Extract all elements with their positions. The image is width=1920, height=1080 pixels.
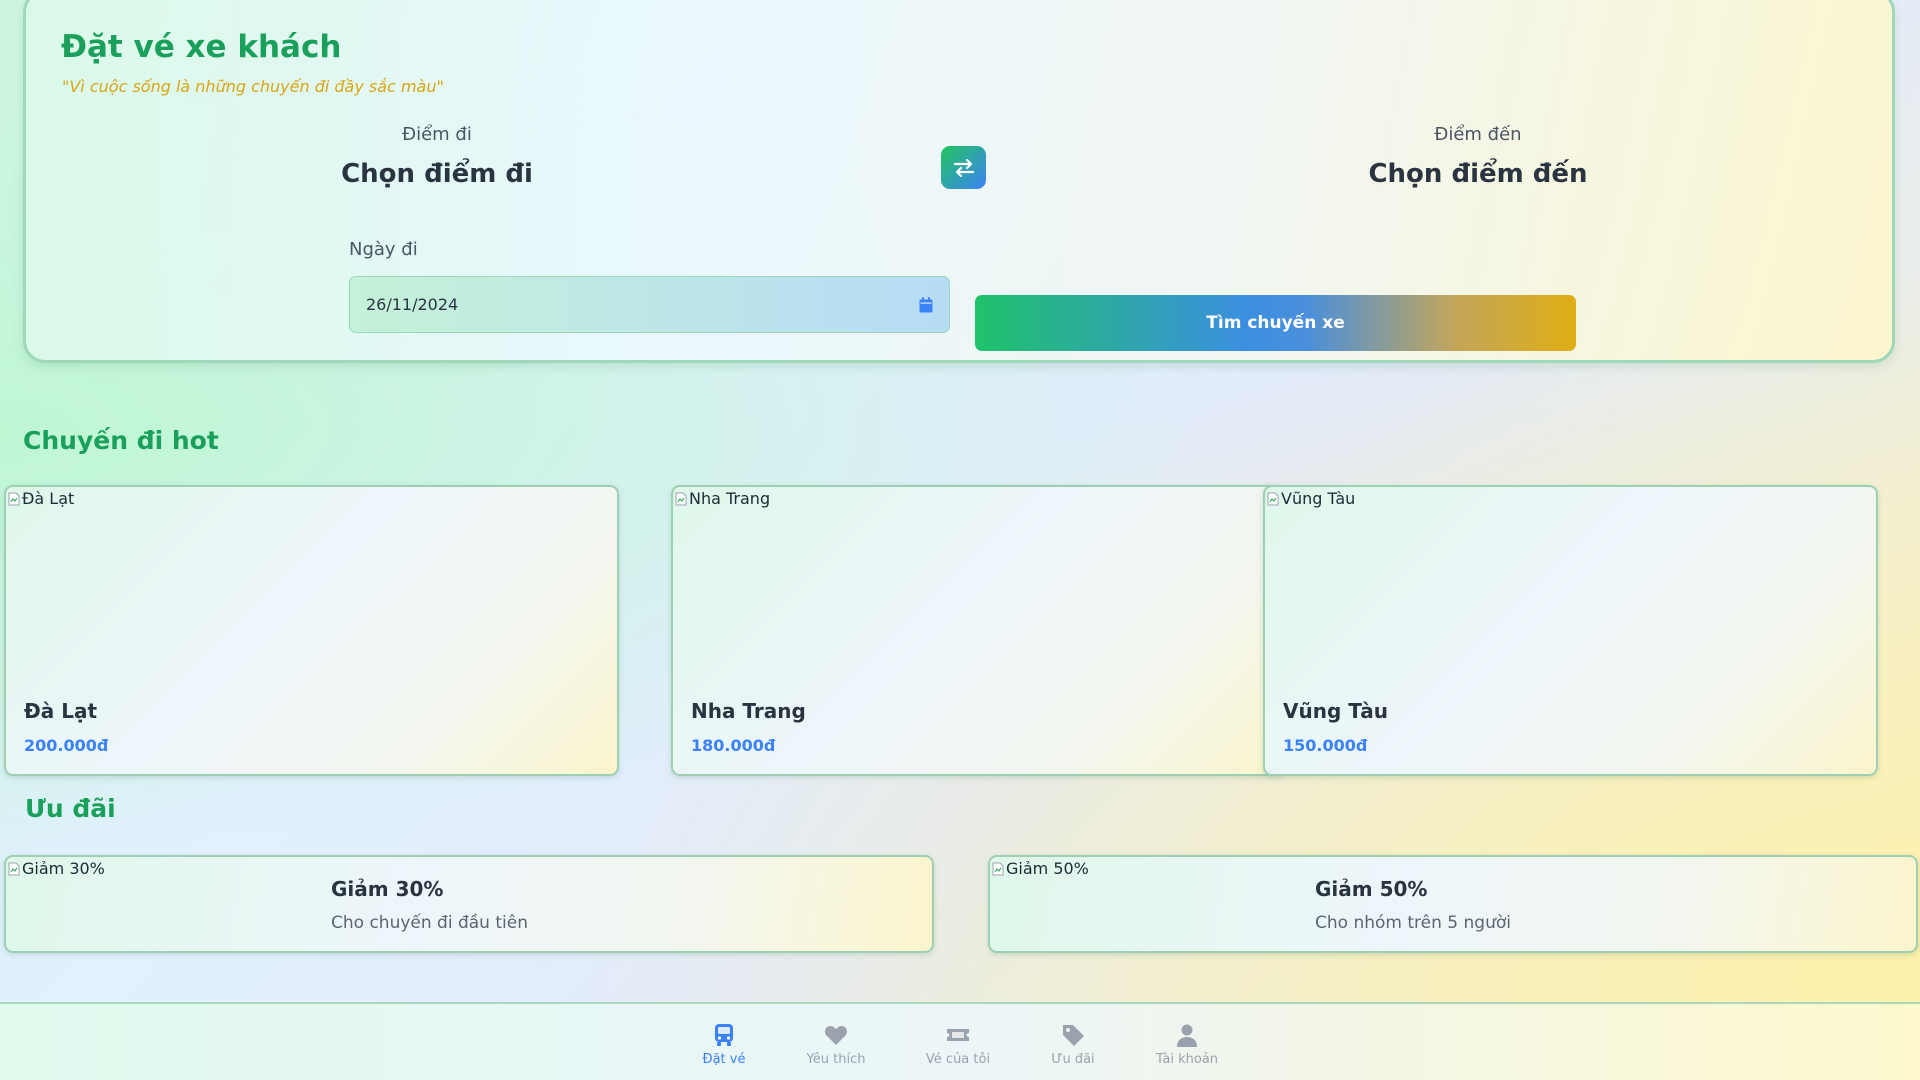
date-value: 26/11/2024 bbox=[366, 295, 459, 314]
search-button[interactable]: Tìm chuyến xe bbox=[975, 295, 1576, 351]
nav-label: Ưu đãi bbox=[1051, 1052, 1095, 1067]
nav-item-uu-dai[interactable]: Ưu đãi bbox=[1018, 1022, 1128, 1067]
offer-image-alt: Giảm 30% bbox=[22, 859, 105, 878]
nav-item-ve-cua-toi[interactable]: Vé của tôi bbox=[903, 1022, 1013, 1067]
nav-item-dat-ve[interactable]: Đặt vé bbox=[669, 1022, 779, 1067]
swap-button[interactable] bbox=[941, 146, 986, 189]
trip-card-nha-trang[interactable]: Nha Trang Nha Trang 180.000đ bbox=[671, 485, 1286, 776]
trip-price: 150.000đ bbox=[1283, 736, 1368, 755]
broken-image-icon bbox=[992, 862, 1004, 875]
trip-image-alt: Nha Trang bbox=[689, 489, 771, 508]
date-input[interactable]: 26/11/2024 bbox=[349, 276, 950, 333]
offer-image: Giảm 50% bbox=[992, 859, 1089, 878]
offer-card-50[interactable]: Giảm 50% Giảm 50% Cho nhóm trên 5 người bbox=[988, 855, 1918, 953]
ticket-icon bbox=[947, 1029, 969, 1041]
trip-image-alt: Vũng Tàu bbox=[1281, 489, 1356, 508]
trip-image: Đà Lạt bbox=[8, 489, 74, 508]
origin-value[interactable]: Chọn điểm đi bbox=[237, 159, 637, 189]
offer-title: Giảm 30% bbox=[331, 877, 444, 901]
broken-image-icon bbox=[1267, 492, 1279, 505]
offer-description: Cho chuyến đi đầu tiên bbox=[331, 913, 528, 933]
destination-value[interactable]: Chọn điểm đến bbox=[1278, 159, 1678, 189]
offer-image-alt: Giảm 50% bbox=[1006, 859, 1089, 878]
trip-name: Đà Lạt bbox=[24, 699, 98, 723]
trip-card-da-lat[interactable]: Đà Lạt Đà Lạt 200.000đ bbox=[4, 485, 619, 776]
trip-image: Nha Trang bbox=[675, 489, 770, 508]
bottom-nav: Đặt vé Yêu thích Vé của tôi Ưu đãi Tài k… bbox=[0, 1002, 1920, 1080]
broken-image-icon bbox=[8, 492, 20, 505]
date-label: Ngày đi bbox=[349, 239, 418, 260]
trip-card-vung-tau[interactable]: Vũng Tàu Vũng Tàu 150.000đ bbox=[1263, 485, 1878, 776]
trip-name: Vũng Tàu bbox=[1283, 699, 1389, 723]
offer-image: Giảm 30% bbox=[8, 859, 105, 878]
app-title: Đặt vé xe khách bbox=[61, 29, 342, 65]
booking-card: Đặt vé xe khách "Vì cuộc sống là những c… bbox=[23, 0, 1895, 363]
user-icon bbox=[1177, 1024, 1197, 1047]
offer-title: Giảm 50% bbox=[1315, 877, 1428, 901]
origin-label: Điểm đi bbox=[402, 124, 472, 145]
nav-label: Yêu thích bbox=[806, 1052, 866, 1067]
offer-description: Cho nhóm trên 5 người bbox=[1315, 913, 1511, 933]
bus-icon bbox=[715, 1024, 733, 1046]
destination-label: Điểm đến bbox=[1434, 124, 1522, 145]
nav-label: Đặt vé bbox=[702, 1052, 746, 1067]
swap-arrows-icon bbox=[953, 158, 974, 177]
nav-item-yeu-thich[interactable]: Yêu thích bbox=[781, 1022, 891, 1067]
nav-label: Tài khoản bbox=[1155, 1052, 1219, 1067]
broken-image-icon bbox=[675, 492, 687, 505]
trip-name: Nha Trang bbox=[691, 699, 806, 723]
offers-title: Ưu đãi bbox=[25, 794, 116, 823]
hot-trips-title: Chuyến đi hot bbox=[23, 426, 219, 455]
slogan: "Vì cuộc sống là những chuyến đi đầy sắc… bbox=[62, 77, 444, 96]
offer-card-30[interactable]: Giảm 30% Giảm 30% Cho chuyến đi đầu tiên bbox=[4, 855, 934, 953]
heart-icon bbox=[824, 1026, 848, 1045]
calendar-icon[interactable] bbox=[919, 296, 933, 313]
broken-image-icon bbox=[8, 862, 20, 875]
tag-icon bbox=[1063, 1025, 1084, 1046]
trip-image-alt: Đà Lạt bbox=[22, 489, 75, 508]
nav-label: Vé của tôi bbox=[925, 1052, 991, 1067]
trip-price: 180.000đ bbox=[691, 736, 776, 755]
trip-image: Vũng Tàu bbox=[1267, 489, 1355, 508]
nav-item-tai-khoan[interactable]: Tài khoản bbox=[1132, 1022, 1242, 1067]
trip-price: 200.000đ bbox=[24, 736, 109, 755]
